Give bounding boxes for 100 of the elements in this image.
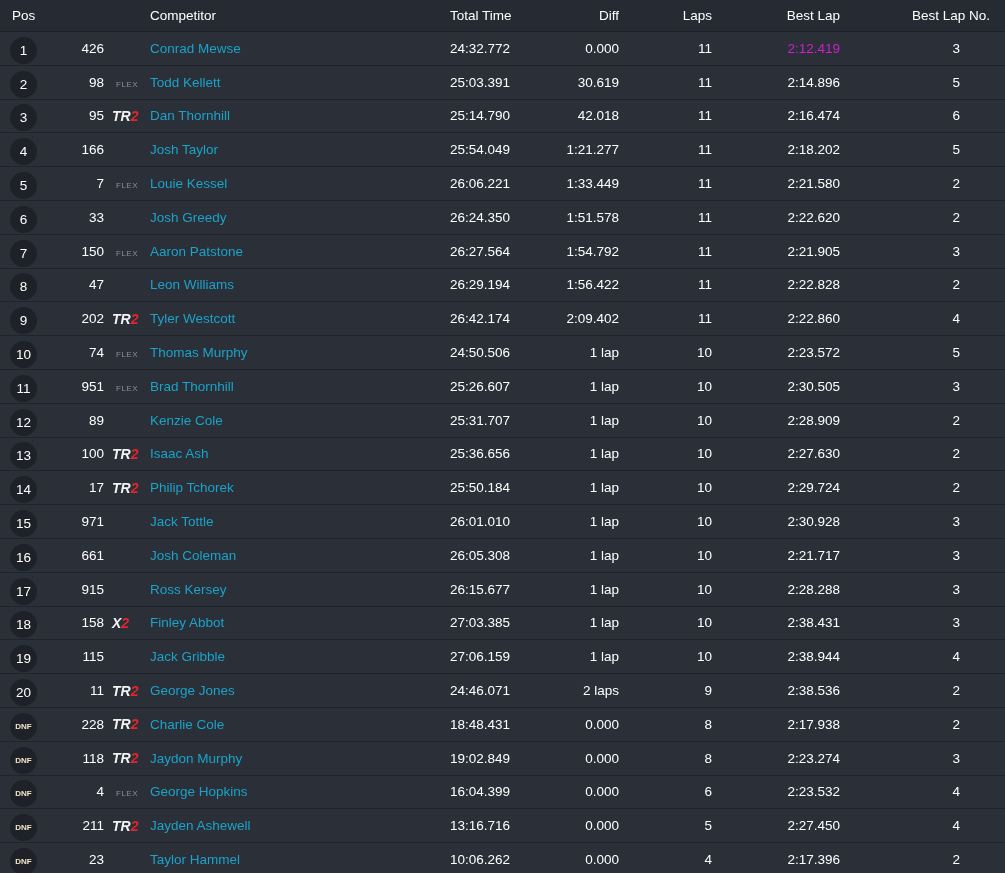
best-lap-number: 4 <box>952 818 960 834</box>
best-lap-time: 2:17.396 <box>787 852 840 867</box>
best-lap-number: 3 <box>952 547 960 563</box>
class-logo: FLEX <box>115 181 138 191</box>
lap-count: 11 <box>698 243 712 259</box>
best-lap-number: 2 <box>952 683 960 699</box>
lap-count: 9 <box>704 683 712 699</box>
best-lap-number: 5 <box>952 74 960 90</box>
best-lap-time: 2:30.505 <box>787 378 840 394</box>
lap-count: 10 <box>696 649 712 665</box>
competitor-link[interactable]: Kenzie Cole <box>150 412 223 428</box>
lap-count: 10 <box>696 615 712 631</box>
total-time: 24:50.506 <box>450 345 511 361</box>
best-lap-time: 2:12.419 <box>787 40 840 56</box>
competitor-link[interactable]: Jack Tottle <box>150 514 214 530</box>
race-number: 426 <box>81 40 104 56</box>
column-header: Diff <box>599 8 619 23</box>
time-diff: 1 lap <box>589 581 619 597</box>
best-lap-number: 3 <box>952 243 960 259</box>
best-lap-time: 2:22.860 <box>787 311 840 327</box>
position-badge: 13 <box>10 442 37 470</box>
competitor-link[interactable]: Josh Taylor <box>150 142 219 158</box>
lap-count: 10 <box>696 581 712 597</box>
race-number: 17 <box>88 480 104 496</box>
race-number: 211 <box>82 818 104 834</box>
competitor-link[interactable]: Aaron Patstone <box>150 243 244 259</box>
class-logo: TR2 <box>112 817 139 834</box>
race-number: 971 <box>81 514 104 530</box>
best-lap-time: 2:22.828 <box>787 277 840 293</box>
class-logo: FLEX <box>115 789 138 799</box>
position-badge: 12 <box>10 408 37 436</box>
class-logo: TR2 <box>112 682 139 699</box>
competitor-link[interactable]: Jack Gribble <box>150 649 226 665</box>
competitor-link[interactable]: Josh Greedy <box>150 209 227 225</box>
competitor-link[interactable]: Josh Coleman <box>150 547 237 563</box>
total-time: 26:06.221 <box>450 176 511 192</box>
time-diff: 0.000 <box>585 818 619 834</box>
best-lap-time: 2:14.896 <box>787 74 840 90</box>
competitor-link[interactable]: George Hopkins <box>150 784 248 800</box>
best-lap-number: 3 <box>952 514 960 530</box>
class-logo: TR2 <box>112 108 139 124</box>
best-lap-time: 2:30.928 <box>787 514 840 530</box>
position-badge: 6 <box>10 205 37 233</box>
best-lap-time: 2:23.572 <box>787 345 840 361</box>
race-number: 98 <box>88 74 104 90</box>
position-badge: 1 <box>10 36 37 64</box>
competitor-link[interactable]: Finley Abbot <box>150 615 225 631</box>
competitor-link[interactable]: Leon Williams <box>150 277 235 293</box>
total-time: 26:42.174 <box>450 311 511 327</box>
competitor-link[interactable]: Philip Tchorek <box>150 480 234 496</box>
lap-count: 10 <box>696 412 712 428</box>
competitor-link[interactable]: Dan Thornhill <box>150 108 231 124</box>
best-lap-time: 2:29.724 <box>787 480 840 496</box>
competitor-link[interactable]: Brad Thornhill <box>150 378 234 394</box>
time-diff: 1 lap <box>589 412 619 428</box>
time-diff: 1 lap <box>589 480 619 496</box>
time-diff: 0.000 <box>585 852 619 867</box>
class-logo: TR2 <box>112 479 139 496</box>
competitor-link[interactable]: Charlie Cole <box>150 716 225 732</box>
time-diff: 1:51.578 <box>566 209 619 225</box>
competitor-link[interactable]: Jayden Ashewell <box>150 818 251 834</box>
competitor-link[interactable]: Taylor Hammel <box>150 852 241 867</box>
time-diff: 0.000 <box>585 784 619 800</box>
time-diff: 1:21.277 <box>566 142 619 158</box>
class-logo: FLEX <box>115 248 138 258</box>
lap-count: 11 <box>698 142 712 158</box>
best-lap-time: 2:38.944 <box>787 649 840 665</box>
total-time: 26:15.677 <box>450 581 511 597</box>
lap-count: 10 <box>696 547 712 563</box>
lap-count: 8 <box>704 750 712 766</box>
best-lap-time: 2:23.532 <box>787 784 840 800</box>
competitor-link[interactable]: Conrad Mewse <box>150 40 241 56</box>
best-lap-time: 2:38.536 <box>787 683 840 699</box>
position-badge: 7 <box>10 239 37 267</box>
total-time: 27:03.385 <box>450 615 511 631</box>
total-time: 25:54.049 <box>450 142 511 158</box>
competitor-link[interactable]: Jaydon Murphy <box>150 750 243 766</box>
best-lap-number: 2 <box>952 277 960 293</box>
class-logo: TR2 <box>112 445 139 462</box>
race-number: 33 <box>88 209 104 225</box>
time-diff: 1 lap <box>589 649 619 665</box>
competitor-link[interactable]: Tyler Westcott <box>150 311 236 327</box>
competitor-link[interactable]: Isaac Ash <box>150 446 209 462</box>
position-badge: DNF <box>10 848 37 873</box>
competitor-link[interactable]: George Jones <box>150 683 235 699</box>
best-lap-time: 2:27.450 <box>787 818 840 834</box>
best-lap-time: 2:23.274 <box>787 750 840 766</box>
best-lap-time: 2:22.620 <box>787 209 840 225</box>
competitor-link[interactable]: Louie Kessel <box>150 176 228 192</box>
position-badge: 11 <box>10 374 37 402</box>
total-time: 19:02.849 <box>450 750 511 766</box>
time-diff: 1 lap <box>589 615 619 631</box>
position-badge: 16 <box>10 543 37 571</box>
competitor-link[interactable]: Thomas Murphy <box>150 345 248 361</box>
competitor-link[interactable]: Ross Kersey <box>150 581 227 597</box>
column-header: Best Lap <box>786 8 840 23</box>
class-logo: TR2 <box>112 310 139 327</box>
competitor-link[interactable]: Todd Kellett <box>150 74 221 90</box>
race-number: 100 <box>81 446 104 462</box>
lap-count: 10 <box>696 514 712 530</box>
